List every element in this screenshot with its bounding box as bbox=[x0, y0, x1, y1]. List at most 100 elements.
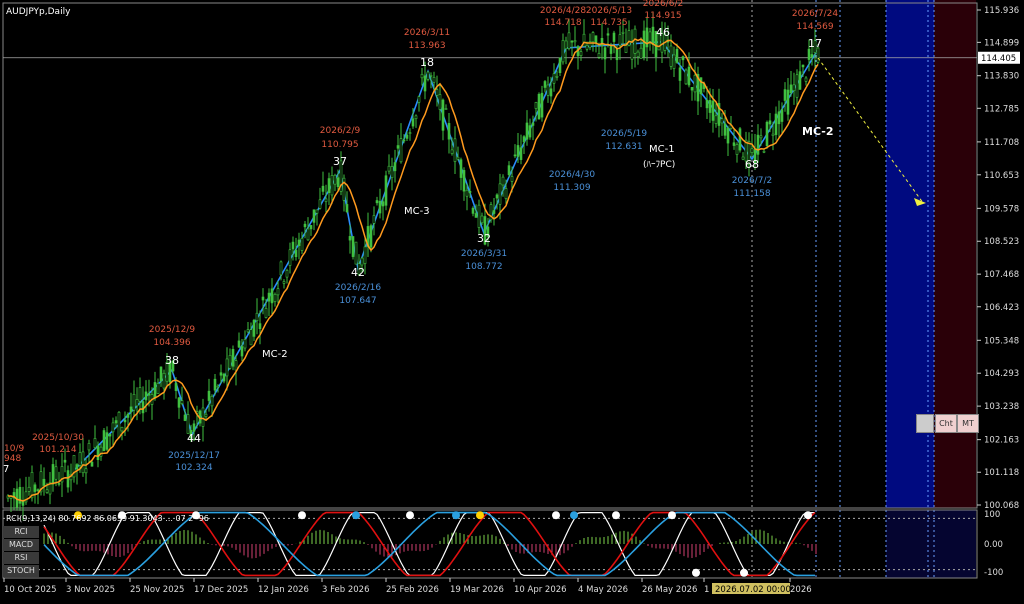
candle bbox=[387, 154, 391, 175]
candle bbox=[645, 16, 649, 62]
chart-window[interactable]: 115.936 114.899 113.830 112.785 111.708 110.6… bbox=[0, 0, 1024, 600]
candle bbox=[561, 33, 565, 65]
candle bbox=[603, 46, 607, 74]
candle bbox=[372, 206, 376, 236]
current-price-label: 114.405 bbox=[981, 54, 1016, 64]
wave-price: 111.158 bbox=[733, 189, 770, 199]
wave-annotation: 2026/5/13 114.735 bbox=[586, 6, 632, 28]
wave-date: 2026/4/30 bbox=[549, 170, 595, 180]
candle bbox=[69, 463, 73, 492]
wave-annotation: 2025/12/9 104.396 38 bbox=[149, 325, 195, 367]
candle bbox=[84, 457, 88, 484]
date-axis-label: 12 Jan 2026 bbox=[258, 585, 309, 595]
wave-annotation: 2026/3/11 113.963 18 bbox=[404, 28, 450, 69]
candle bbox=[321, 171, 325, 195]
candle bbox=[399, 123, 403, 164]
signal-marker bbox=[740, 568, 748, 577]
signal-marker bbox=[406, 511, 414, 520]
candle bbox=[633, 25, 637, 68]
signal-marker bbox=[298, 511, 306, 520]
candle bbox=[246, 321, 250, 334]
candle bbox=[108, 433, 112, 448]
wave-price: 102.324 bbox=[175, 463, 212, 473]
candle bbox=[315, 209, 319, 226]
price-axis-label: 105.348 bbox=[984, 336, 1019, 346]
candle bbox=[591, 31, 595, 52]
wave-date: 2025/12/17 bbox=[168, 451, 220, 461]
candle bbox=[600, 23, 604, 60]
candle bbox=[393, 149, 397, 183]
candle bbox=[375, 196, 379, 206]
candle bbox=[558, 57, 562, 77]
date-axis-label: 10 Apr 2026 bbox=[514, 585, 567, 595]
price-axis-label: 107.468 bbox=[984, 270, 1019, 280]
price-axis-label: 101.118 bbox=[984, 468, 1019, 478]
candle bbox=[288, 242, 292, 274]
subwindow-button-rci[interactable]: RCI bbox=[3, 526, 39, 538]
candle bbox=[231, 345, 235, 371]
candle bbox=[186, 401, 190, 434]
candle bbox=[792, 72, 796, 105]
chart-canvas[interactable]: 115.936 114.899 113.830 112.785 111.708 110.6… bbox=[0, 0, 1024, 600]
signal-marker bbox=[668, 511, 676, 520]
wave-price: 114.569 bbox=[796, 22, 833, 32]
cht-button[interactable]: Cht bbox=[935, 414, 957, 433]
candle bbox=[681, 55, 685, 68]
subwindow-button-rsi[interactable]: RSI bbox=[3, 552, 39, 564]
candle bbox=[36, 488, 40, 505]
candle bbox=[795, 69, 799, 108]
candle bbox=[255, 298, 259, 335]
candle bbox=[324, 184, 328, 213]
candle bbox=[99, 443, 103, 461]
wave-annotation: 2026/2/9 110.795 37 bbox=[320, 126, 361, 168]
mc3-label: MC-3 bbox=[404, 206, 430, 217]
candle bbox=[729, 116, 733, 130]
candle bbox=[798, 60, 802, 90]
subwindow-button-stoch[interactable]: STOCH bbox=[3, 565, 39, 577]
candle bbox=[75, 463, 79, 485]
price-axis-label: 102.163 bbox=[984, 436, 1019, 446]
date-axis-label: 26 May 2026 bbox=[642, 585, 697, 595]
wave-annotation: 2026/7/24 114.569 17 bbox=[792, 9, 838, 50]
candle bbox=[252, 318, 256, 342]
signal-marker bbox=[570, 511, 578, 520]
candle bbox=[156, 378, 160, 395]
candle bbox=[312, 209, 316, 231]
date-cursor-label: 2026.07.02 00:00 bbox=[715, 585, 791, 595]
candle bbox=[342, 174, 346, 212]
wave-price: 112.631 bbox=[605, 142, 642, 152]
candle bbox=[27, 476, 31, 496]
wave-date: 2026/3/31 bbox=[461, 249, 507, 259]
candle bbox=[789, 71, 793, 97]
candle bbox=[690, 86, 694, 101]
wave-annotation: 2025/12/17 102.324 44 bbox=[168, 432, 220, 473]
date-axis-label: 2026 bbox=[790, 585, 812, 595]
signal-marker bbox=[552, 511, 560, 520]
subwindow-button-macd[interactable]: MACD bbox=[3, 539, 39, 551]
candle bbox=[141, 386, 145, 422]
price-axis-label: 109.578 bbox=[984, 204, 1019, 214]
signal-marker bbox=[476, 511, 484, 520]
candle bbox=[630, 29, 634, 70]
candle bbox=[777, 100, 781, 139]
mt-button[interactable]: MT bbox=[957, 414, 979, 433]
candle bbox=[111, 417, 115, 447]
candle bbox=[318, 187, 322, 210]
wave-count: 44 bbox=[187, 432, 201, 445]
candle bbox=[459, 157, 463, 191]
candle bbox=[228, 348, 232, 370]
list-icon[interactable] bbox=[916, 414, 934, 433]
candle bbox=[9, 495, 13, 512]
candle bbox=[525, 110, 529, 146]
candle bbox=[720, 113, 724, 136]
candle bbox=[456, 146, 460, 161]
candle bbox=[543, 79, 547, 93]
candle bbox=[123, 411, 127, 437]
candle bbox=[351, 236, 355, 260]
price-axis-label: 113.830 bbox=[984, 72, 1019, 82]
signal-marker bbox=[804, 511, 812, 520]
candle bbox=[540, 85, 544, 122]
price-axis-label: 112.785 bbox=[984, 104, 1019, 114]
candle bbox=[612, 30, 616, 54]
candle bbox=[306, 217, 310, 241]
